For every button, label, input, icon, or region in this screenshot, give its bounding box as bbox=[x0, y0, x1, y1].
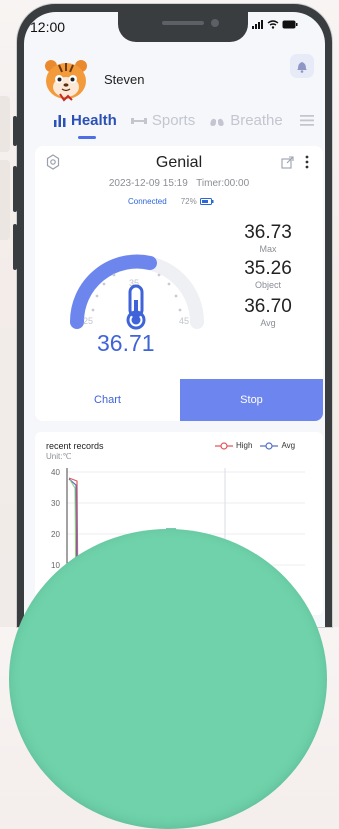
connection-status: Connected bbox=[128, 197, 167, 206]
stat-max: 36.73 Max bbox=[238, 222, 298, 254]
avatar[interactable] bbox=[42, 56, 90, 102]
stat-max-label: Max bbox=[259, 244, 277, 254]
bar-chart-icon bbox=[54, 114, 66, 127]
y-tick-20: 20 bbox=[51, 530, 60, 539]
battery-icon bbox=[282, 20, 298, 29]
camera-dot bbox=[211, 19, 219, 27]
stat-object-label: Object bbox=[254, 280, 281, 290]
measure-datetime: 2023-12-09 15:19 bbox=[108, 178, 188, 189]
gauge-max-label: 45 bbox=[179, 316, 189, 326]
battery-percent: 72% bbox=[180, 197, 197, 206]
stat-avg-value: 36.70 bbox=[244, 296, 292, 317]
more-icon[interactable] bbox=[304, 155, 310, 169]
notification-button[interactable] bbox=[290, 54, 314, 78]
records-legend: High Avg bbox=[215, 441, 295, 450]
legend-high-marker bbox=[215, 441, 233, 450]
signal-icon bbox=[252, 20, 263, 29]
gauge-min-label: 25 bbox=[83, 316, 93, 326]
stat-object: 35.26 Object bbox=[238, 258, 298, 290]
chart-button[interactable]: Chart bbox=[35, 379, 180, 421]
legend-avg-label: Avg bbox=[281, 441, 296, 450]
legend-high[interactable]: High bbox=[215, 441, 252, 450]
background-edge-tab bbox=[0, 96, 10, 152]
share-icon[interactable] bbox=[281, 156, 294, 169]
tab-breathe[interactable]: Breathe bbox=[209, 112, 283, 129]
current-temperature: 36.71 bbox=[97, 330, 155, 356]
username: Steven bbox=[104, 72, 145, 87]
legend-high-label: High bbox=[236, 441, 253, 450]
status-icons bbox=[252, 20, 298, 29]
active-tab-indicator bbox=[78, 136, 96, 139]
phone-side-button bbox=[13, 224, 17, 270]
dumbbell-icon bbox=[130, 117, 147, 124]
tab-health[interactable]: Health bbox=[54, 112, 117, 129]
records-title: recent records bbox=[46, 441, 104, 451]
lungs-icon bbox=[210, 115, 224, 126]
tab-sports[interactable]: Sports bbox=[130, 112, 196, 129]
temperature-gauge: 35 25 45 bbox=[69, 254, 204, 330]
bell-icon bbox=[297, 62, 307, 73]
stat-avg: 36.70 Avg bbox=[238, 296, 298, 328]
tab-health-label: Health bbox=[71, 112, 117, 129]
session-meta: 2023-12-09 15:19 Timer:00:00 bbox=[35, 178, 323, 189]
speaker-slot bbox=[162, 21, 204, 25]
connection-row: Connected 72% bbox=[128, 197, 214, 206]
device-name: Genial bbox=[155, 154, 203, 171]
stat-max-value: 36.73 bbox=[244, 222, 292, 243]
decorative-bubble bbox=[9, 529, 327, 829]
legend-avg[interactable]: Avg bbox=[260, 441, 295, 450]
tab-bar: Health Sports Breathe bbox=[54, 112, 297, 129]
y-tick-40: 40 bbox=[51, 468, 60, 477]
phone-side-button bbox=[13, 116, 17, 146]
phone-notch bbox=[118, 12, 248, 42]
tab-sports-label: Sports bbox=[151, 112, 196, 129]
tab-breathe-label: Breathe bbox=[230, 112, 283, 129]
stat-object-value: 35.26 bbox=[244, 258, 292, 279]
battery-status: 72% bbox=[181, 197, 214, 206]
thermometer-icon bbox=[126, 284, 146, 330]
menu-icon[interactable] bbox=[300, 114, 314, 126]
records-unit: Unit:℃ bbox=[46, 452, 72, 461]
device-card: Genial 2023-12-09 15:19 Timer:00:00 Conn… bbox=[35, 146, 323, 421]
phone-side-button bbox=[13, 166, 17, 212]
status-time: 12:00 bbox=[30, 19, 66, 35]
y-tick-30: 30 bbox=[51, 499, 60, 508]
device-battery-icon bbox=[199, 198, 214, 205]
wifi-icon bbox=[267, 20, 279, 29]
background-edge-tab bbox=[0, 160, 10, 240]
timer-text: Timer:00:00 bbox=[196, 178, 250, 189]
stop-button[interactable]: Stop bbox=[180, 379, 323, 421]
legend-avg-marker bbox=[260, 441, 279, 450]
stat-avg-label: Avg bbox=[260, 318, 276, 328]
